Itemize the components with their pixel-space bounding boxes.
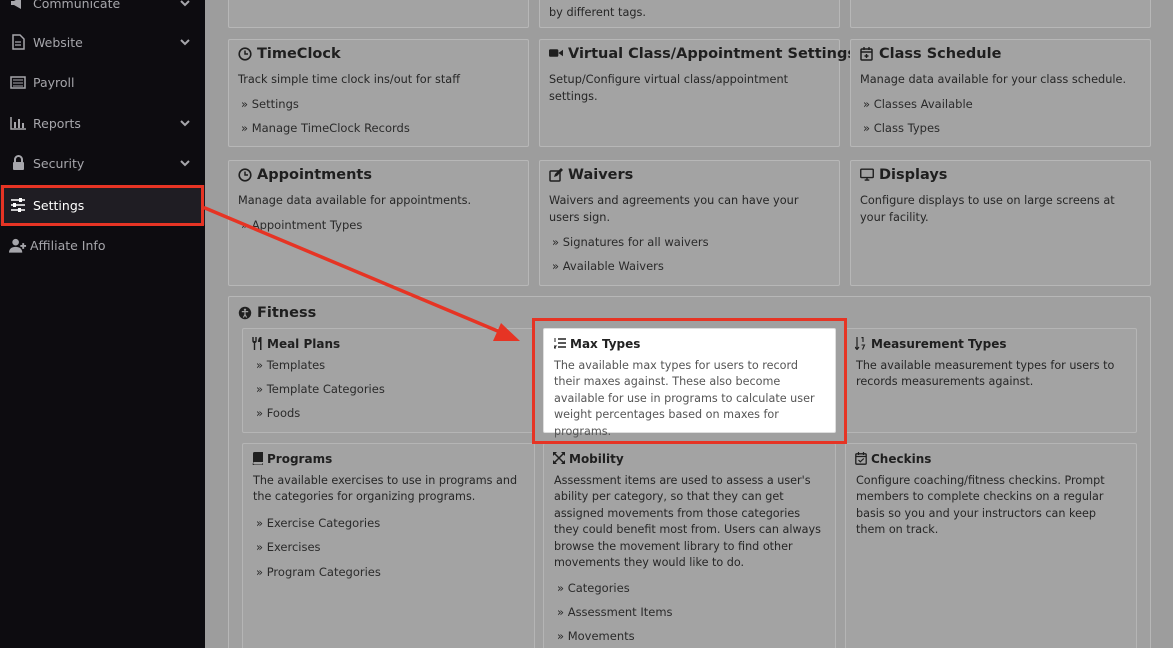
card-checkins: Checkins Configure coaching/fitness chec… xyxy=(845,443,1137,648)
book-icon xyxy=(252,452,263,466)
sidebar-item-label: Reports xyxy=(33,115,81,131)
card-partial-middle: by different tags. xyxy=(539,0,840,28)
megaphone-icon xyxy=(9,0,27,11)
sidebar-item-label: Affiliate Info xyxy=(30,237,106,253)
card-mobility: Mobility Assessment items are used to as… xyxy=(543,443,836,648)
card-description: Configure displays to use on large scree… xyxy=(860,194,1115,224)
list-icon xyxy=(9,74,27,90)
monitor-icon xyxy=(860,168,874,182)
link-class-types[interactable]: Class Types xyxy=(863,121,940,135)
card-title: TimeClock xyxy=(257,46,341,62)
chevron-down-icon xyxy=(180,39,190,46)
sidebar: Communicate Website Payroll Reports Secu… xyxy=(0,0,205,648)
chevron-down-icon xyxy=(180,120,190,127)
bar-chart-icon xyxy=(9,115,27,131)
document-icon xyxy=(9,34,27,50)
link-exercises[interactable]: Exercises xyxy=(256,540,321,554)
chevron-down-icon xyxy=(180,0,190,7)
card-description: The available exercises to use in progra… xyxy=(253,474,518,504)
card-title: Virtual Class/Appointment Settings xyxy=(568,46,856,62)
card-class-schedule: Class Schedule Manage data available for… xyxy=(850,39,1151,147)
clock-icon xyxy=(238,168,252,182)
card-partial-left xyxy=(228,0,529,28)
card-description: Waivers and agreements you can have your… xyxy=(549,194,799,224)
card-title: Mobility xyxy=(569,452,624,466)
card-waivers: Waivers Waivers and agreements you can h… xyxy=(539,160,840,286)
card-measurement-types: Measurement Types The available measurem… xyxy=(845,328,1137,433)
link-available-waivers[interactable]: Available Waivers xyxy=(552,259,664,273)
video-camera-icon xyxy=(549,47,563,61)
card-programs: Programs The available exercises to use … xyxy=(242,443,535,648)
card-title: Appointments xyxy=(257,167,372,183)
link-assessment-items[interactable]: Assessment Items xyxy=(557,605,673,619)
card-title: Displays xyxy=(879,167,948,183)
link-appointment-types[interactable]: Appointment Types xyxy=(241,218,363,232)
lock-icon xyxy=(9,155,27,171)
link-program-categories[interactable]: Program Categories xyxy=(256,565,381,579)
link-timeclock-settings[interactable]: Settings xyxy=(241,97,299,111)
link-movements[interactable]: Movements xyxy=(557,629,635,643)
card-title: Programs xyxy=(267,452,333,466)
user-plus-icon xyxy=(9,237,27,253)
link-signatures-for-all-waivers[interactable]: Signatures for all waivers xyxy=(552,235,709,249)
sidebar-item-payroll[interactable]: Payroll xyxy=(0,62,205,102)
link-exercise-categories[interactable]: Exercise Categories xyxy=(256,516,381,530)
card-description: Manage data available for appointments. xyxy=(238,194,472,207)
card-title: Class Schedule xyxy=(879,46,1002,62)
edit-icon xyxy=(549,168,563,182)
calendar-check-icon xyxy=(855,452,867,466)
card-appointments: Appointments Manage data available for a… xyxy=(228,160,529,286)
card-title: Measurement Types xyxy=(871,337,1007,351)
card-virtual-class: Virtual Class/Appointment Settings Setup… xyxy=(539,39,856,147)
sidebar-item-label: Payroll xyxy=(33,74,75,90)
card-description: Setup/Configure virtual class/appointmen… xyxy=(549,73,789,103)
link-categories[interactable]: Categories xyxy=(557,581,630,595)
card-meal-plans: Meal Plans Templates Template Categories… xyxy=(242,328,535,433)
calendar-plus-icon xyxy=(860,47,874,61)
card-timeclock: TimeClock Track simple time clock ins/ou… xyxy=(228,39,529,147)
card-description: by different tags. xyxy=(549,6,647,19)
card-partial-right xyxy=(850,0,1151,28)
sidebar-item-affiliate-info[interactable]: Affiliate Info xyxy=(0,225,205,265)
clock-icon xyxy=(238,47,252,61)
max-types-highlight-box xyxy=(532,318,847,444)
sidebar-item-security[interactable]: Security xyxy=(0,143,205,183)
sort-numeric-icon xyxy=(855,337,867,351)
link-foods[interactable]: Foods xyxy=(256,406,301,420)
card-description: Track simple time clock ins/out for staf… xyxy=(238,73,460,86)
settings-highlight-box xyxy=(1,185,204,226)
card-title: Waivers xyxy=(568,167,634,183)
sidebar-item-communicate[interactable]: Communicate xyxy=(0,0,205,23)
sidebar-item-label: Communicate xyxy=(33,0,121,11)
link-classes-available[interactable]: Classes Available xyxy=(863,97,973,111)
card-title: Checkins xyxy=(871,452,932,466)
card-displays: Displays Configure displays to use on la… xyxy=(850,160,1151,286)
sidebar-item-website[interactable]: Website xyxy=(0,22,205,62)
link-template-categories[interactable]: Template Categories xyxy=(256,382,385,396)
chevron-down-icon xyxy=(180,160,190,167)
link-manage-timeclock-records[interactable]: Manage TimeClock Records xyxy=(241,121,410,135)
utensils-icon xyxy=(252,337,263,351)
card-title: Meal Plans xyxy=(267,337,341,351)
link-templates[interactable]: Templates xyxy=(256,358,325,372)
universal-access-icon xyxy=(238,306,252,320)
card-description: Assessment items are used to assess a us… xyxy=(554,474,821,570)
card-description: Configure coaching/fitness checkins. Pro… xyxy=(856,474,1105,537)
arrows-alt-icon xyxy=(553,452,565,466)
card-description: The available measurement types for user… xyxy=(856,359,1115,389)
section-title: Fitness xyxy=(257,305,317,321)
sidebar-item-label: Website xyxy=(33,34,83,50)
sidebar-item-reports[interactable]: Reports xyxy=(0,103,205,143)
card-description: Manage data available for your class sch… xyxy=(860,73,1127,86)
sidebar-item-label: Security xyxy=(33,155,85,171)
